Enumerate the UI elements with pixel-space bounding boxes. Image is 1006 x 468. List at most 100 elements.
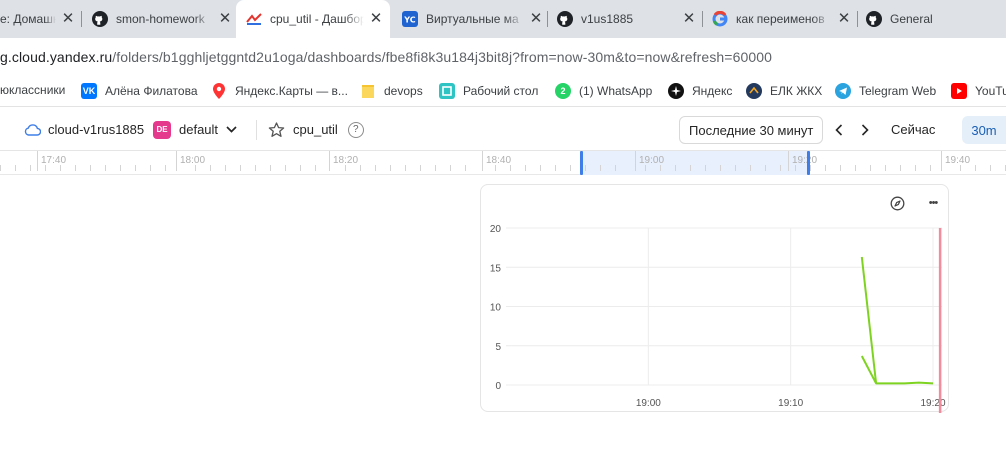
browser-tab-strip: e: Домашн ✕ smon-homework ✕ cpu_util - Д… (0, 0, 1006, 38)
github-icon (866, 11, 882, 27)
chevron-right-icon (861, 123, 869, 136)
tab-title: Виртуальные ма (426, 12, 519, 26)
url-host: g.cloud.yandex.ru (0, 49, 113, 65)
bookmark-vk[interactable]: VK Алёна Филатова (81, 83, 198, 99)
bookmark-desktop[interactable]: Рабочий стол (439, 83, 538, 99)
tab-title: smon-homework (116, 12, 205, 26)
vk-icon: VK (81, 83, 97, 99)
help-icon[interactable]: ? (347, 121, 364, 138)
yandex-cloud-icon: YC (402, 11, 418, 27)
breadcrumb-folder[interactable]: DE default (153, 108, 237, 151)
google-icon (712, 11, 728, 27)
tab-7[interactable]: General (866, 0, 1006, 38)
close-icon[interactable]: ✕ (368, 11, 384, 27)
tab-2[interactable]: smon-homework ✕ (92, 0, 233, 38)
close-icon[interactable]: ✕ (681, 11, 697, 27)
telegram-icon (835, 83, 851, 99)
tab-3-active[interactable]: cpu_util - Дашборд ✕ (236, 0, 390, 38)
bookmark-youtube[interactable]: YouTu (951, 83, 1006, 99)
tab-title: e: Домашн (0, 12, 56, 26)
bookmark-whatsapp[interactable]: 2 (1) WhatsApp (555, 83, 652, 99)
tab-separator (702, 11, 703, 27)
bookmark-telegram[interactable]: Telegram Web (835, 83, 936, 99)
svg-text:YC: YC (403, 16, 416, 25)
elk-icon (746, 83, 762, 99)
url-path: /folders/b1gghljetggntd2u1oga/dashboards… (112, 49, 773, 65)
bookmark-label: Яндекс (692, 84, 733, 98)
bookmark-label: Алёна Филатова (105, 84, 198, 98)
close-icon[interactable]: ✕ (836, 11, 852, 27)
star-icon[interactable] (268, 121, 285, 138)
cloud-icon (24, 123, 41, 136)
bookmark-yandex-maps[interactable]: Яндекс.Карты — в... (211, 83, 348, 99)
close-icon[interactable]: ✕ (217, 11, 233, 27)
tab-title: cpu_util - Дашборд (270, 12, 364, 26)
bookmark-devops[interactable]: devops (360, 83, 423, 99)
series-line (860, 256, 934, 385)
dashboard-header: cloud-v1rus1885 DE default cpu_util ? По… (0, 108, 1006, 151)
tab-title: как переименов (736, 12, 825, 26)
y-tick-label: 10 (490, 303, 502, 314)
x-tick-label: 19:00 (636, 398, 661, 409)
refresh-interval-button[interactable]: 30m (962, 116, 1006, 144)
youtube-icon (951, 83, 967, 99)
y-tick-label: 5 (495, 342, 501, 353)
chart-panel: ••• 0 5 10 15 20 19:00 19:10 19:20 (480, 184, 950, 413)
y-tick-label: 15 (490, 263, 502, 274)
tab-6[interactable]: как переименов ✕ (712, 0, 852, 38)
y-tick-label: 0 (495, 381, 501, 392)
chevron-down-icon (226, 126, 237, 133)
dashboard-title-group: cpu_util ? (268, 108, 364, 151)
bookmark-label: (1) WhatsApp (579, 84, 653, 98)
ruler-tick-label: 18:00 (176, 151, 205, 171)
bookmark-odnoklassniki[interactable]: юклассники (0, 83, 65, 97)
ruler-tick-label: 18:20 (329, 151, 358, 171)
ruler-tick-label: 19:40 (941, 151, 970, 171)
now-button[interactable]: Сейчас (891, 108, 935, 151)
close-icon[interactable]: ✕ (528, 11, 544, 27)
bookmark-label: YouTu (975, 84, 1006, 98)
time-range-button[interactable]: Последние 30 минут (679, 116, 824, 144)
bookmark-label: Telegram Web (859, 84, 937, 98)
ruler-tick-label: 17:40 (37, 151, 66, 171)
folder-badge: DE (153, 120, 171, 139)
cpu-line-chart[interactable]: 0 5 10 15 20 19:00 19:10 19:20 (481, 185, 950, 413)
timeline-selection[interactable] (582, 151, 809, 175)
bookmarks-bar: юклассники VK Алёна Филатова Яндекс.Карт… (0, 76, 1006, 107)
desktop-icon (439, 83, 455, 99)
bookmark-yandex[interactable]: Яндекс (668, 83, 732, 99)
github-icon (92, 11, 108, 27)
tab-4[interactable]: YC Виртуальные ма ✕ (402, 0, 544, 38)
x-tick-label: 19:10 (778, 398, 803, 409)
tab-separator (547, 11, 548, 27)
selection-start-handle[interactable] (580, 151, 583, 175)
breadcrumb-cloud[interactable]: cloud-v1rus1885 (24, 108, 144, 151)
bookmark-label: devops (384, 84, 423, 98)
header-divider (256, 120, 257, 140)
ruler-tick-label: 19:20 (788, 151, 817, 171)
close-icon[interactable]: ✕ (60, 11, 76, 27)
folder-name: default (179, 122, 219, 137)
bookmark-label: Яндекс.Карты — в... (235, 84, 348, 98)
tab-1[interactable]: e: Домашн ✕ (0, 0, 76, 38)
timeline-ruler[interactable]: 17:40 18:00 18:20 18:40 19:00 19:20 19:40 (0, 151, 1006, 175)
folder-icon (360, 83, 376, 99)
ruler-tick-label: 18:40 (482, 151, 511, 171)
next-range-button[interactable] (861, 108, 869, 151)
cloud-name: cloud-v1rus1885 (48, 122, 145, 137)
address-bar[interactable]: g.cloud.yandex.ru/folders/b1gghljetggntd… (0, 38, 1006, 76)
prev-range-button[interactable] (835, 108, 843, 151)
github-icon (557, 11, 573, 27)
chevron-left-icon (835, 123, 843, 136)
bookmark-label: юклассники (0, 83, 66, 97)
url-text[interactable]: g.cloud.yandex.ru/folders/b1gghljetggntd… (0, 49, 772, 65)
whatsapp-icon: 2 (555, 83, 571, 99)
bookmark-elk[interactable]: ЕЛК ЖКХ (746, 83, 822, 99)
tab-5[interactable]: v1us1885 ✕ (557, 0, 697, 38)
monitoring-icon (246, 11, 262, 27)
y-tick-label: 20 (490, 224, 502, 235)
map-pin-icon (211, 83, 227, 99)
tab-title: v1us1885 (581, 12, 634, 26)
x-tick-label: 19:20 (920, 398, 945, 409)
selection-end-handle[interactable] (807, 151, 810, 175)
